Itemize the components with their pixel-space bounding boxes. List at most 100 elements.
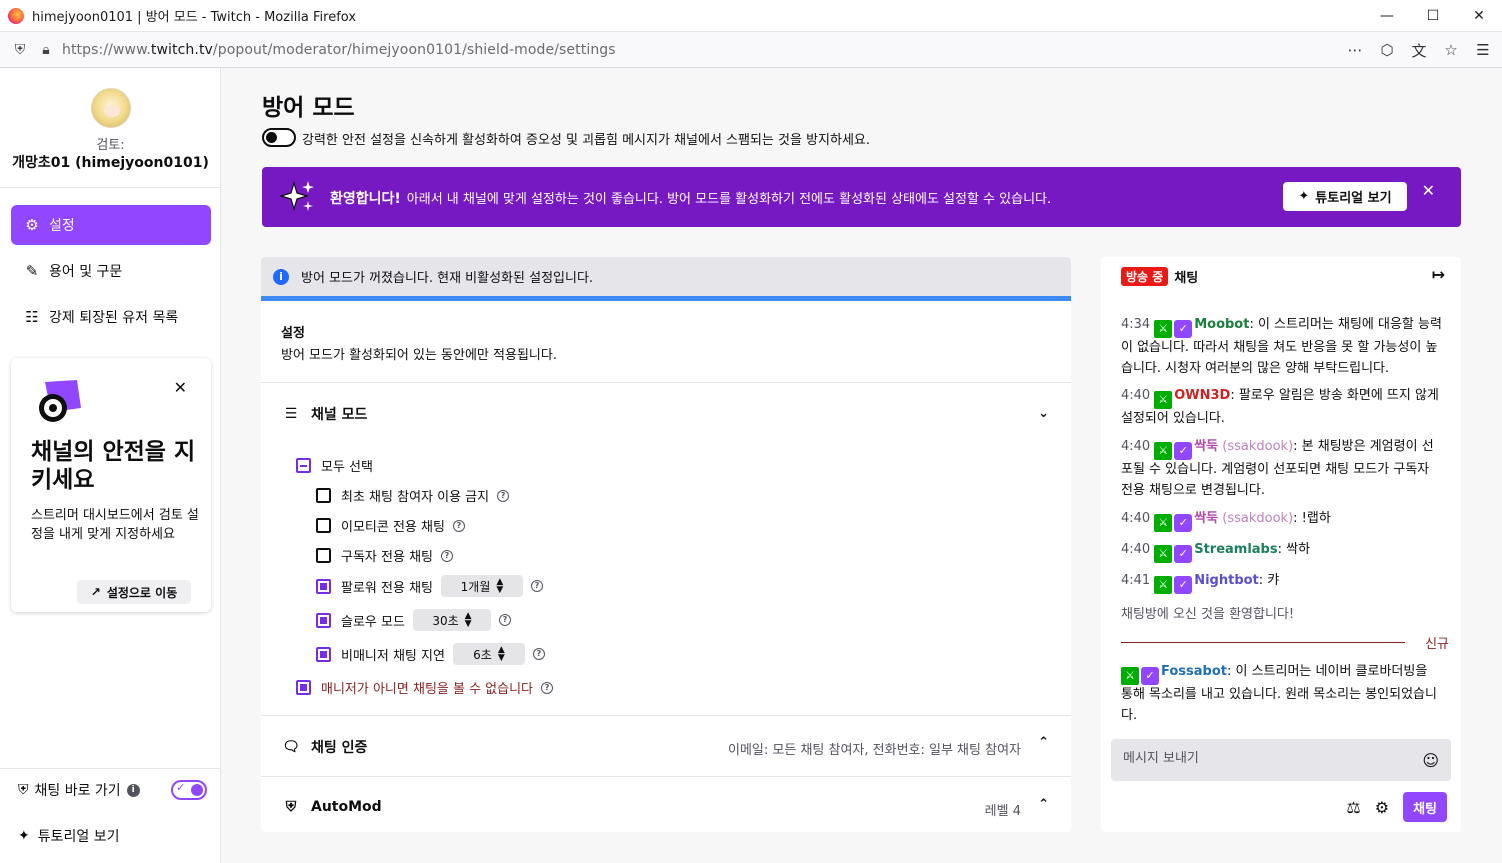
safety-gear-illustration-icon — [39, 380, 81, 422]
bookmark-star-icon[interactable]: ☆ — [1440, 41, 1462, 59]
more-actions-icon[interactable]: ⋯ — [1344, 41, 1366, 59]
subscriber-only-checkbox[interactable]: 구독자 전용 채팅 ? — [316, 546, 453, 565]
chat-verification-header[interactable]: 🗨︎ 채팅 인증 — [281, 737, 367, 757]
chevron-up-icon[interactable]: ⌃ — [1038, 735, 1049, 750]
verified-bot-badge-icon: ✓ — [1174, 320, 1193, 338]
automod-header[interactable]: ⛨ AutoMod — [281, 799, 382, 815]
chat-shortcut-label: 채팅 바로 가기 — [34, 783, 121, 799]
go-to-settings-button[interactable]: ↗ 설정으로 이동 — [77, 580, 191, 604]
translate-icon[interactable]: 文 — [1408, 40, 1430, 61]
pencil-icon: ✎ — [25, 262, 39, 280]
non-manager-delay-checkbox[interactable]: 비매니저 채팅 지연 6초 ▲ ▼ ? — [316, 643, 545, 665]
review-label: 검토: — [96, 138, 125, 153]
address-bar[interactable]: https://www.twitch.tv/popout/moderator/h… — [62, 42, 616, 58]
chat-username[interactable]: OWN3D — [1174, 388, 1230, 403]
automod-summary: 레벨 4 — [984, 804, 1021, 819]
check-icon: ✓ — [176, 781, 186, 794]
follower-only-checkbox[interactable]: 팔로워 전용 채팅 1개월 ▲ ▼ ? — [316, 575, 543, 597]
sidebar-item-banned-users[interactable]: ☷ 강제 퇴장된 유저 목록 — [11, 297, 211, 337]
chat-input[interactable] — [1123, 751, 1413, 766]
help-icon[interactable]: ? — [498, 614, 511, 626]
checkbox[interactable] — [316, 578, 331, 594]
chevron-down-icon[interactable]: ⌄ — [1038, 406, 1049, 421]
view-tutorial-button[interactable]: ✦ 튜토리얼 보기 — [1283, 182, 1407, 211]
chat-username[interactable]: Streamlabs — [1194, 542, 1277, 557]
first-time-chatter-checkbox[interactable]: 최초 채팅 참여자 이용 금지 ? — [316, 486, 510, 505]
chat-check-icon: 🗨︎ — [282, 739, 300, 755]
verified-bot-badge-icon: ✓ — [1141, 667, 1159, 685]
sliders-icon: ☰ — [284, 406, 298, 422]
emoji-icon[interactable]: ☺ — [1422, 751, 1439, 770]
help-icon[interactable]: ? — [452, 519, 465, 532]
help-icon[interactable]: ? — [532, 648, 545, 660]
emote-only-checkbox[interactable]: 이모티콘 전용 채팅 ? — [316, 516, 465, 535]
help-icon[interactable]: ? — [497, 489, 510, 502]
info-icon: i — [273, 268, 289, 285]
tutorial-link[interactable]: ✦ 튜토리얼 보기 — [18, 826, 119, 846]
sidebar-item-label: 강제 퇴장된 유저 목록 — [49, 310, 179, 326]
settings-card: i 방어 모드가 꺼졌습니다. 현재 비활성화된 설정입니다. 설정 방어 모드… — [261, 257, 1071, 832]
checkbox[interactable] — [316, 646, 331, 662]
close-window-icon[interactable]: ✕ — [1456, 0, 1502, 32]
chat-header: 방송 중 채팅 ↦ — [1101, 257, 1461, 295]
chat-shortcut-toggle[interactable]: ✓ — [171, 780, 207, 800]
maximize-icon[interactable]: ☐ — [1410, 0, 1456, 32]
chat-message: 4:34 ⚔ ✓ Moobot: 이 스트리머는 채팅에 대응할 능력이 없습니다. … — [1121, 317, 1442, 376]
checkbox[interactable] — [316, 548, 331, 563]
follower-duration-select[interactable]: 1개월 ▲ ▼ — [441, 575, 523, 597]
close-icon[interactable]: ✕ — [1422, 181, 1435, 200]
help-icon[interactable]: ? — [441, 549, 453, 562]
select-all-checkbox[interactable]: 모두 선택 — [296, 456, 373, 475]
verified-bot-badge-icon: ✓ — [1174, 442, 1193, 460]
shield-off-alert: i 방어 모드가 꺼졌습니다. 현재 비활성화된 설정입니다. — [261, 257, 1071, 301]
lock-icon[interactable]: 🔒︎ — [36, 40, 56, 60]
checkbox[interactable] — [296, 680, 311, 695]
chevron-up-icon[interactable]: ⌃ — [1038, 797, 1049, 812]
chat-input-box[interactable]: ☺ — [1111, 739, 1451, 781]
chat-panel: 방송 중 채팅 ↦ 4:34 ⚔ ✓ Moobot: 이 스트리머는 채팅에 대응할 … — [1101, 257, 1461, 832]
shield-mode-description: 강력한 안전 설정을 신속하게 활성화하여 증오성 및 괴롭힘 메시지가 채널에… — [302, 133, 871, 148]
verified-bot-badge-icon: ✓ — [1174, 514, 1193, 532]
checkbox[interactable] — [316, 612, 331, 628]
gear-icon[interactable]: ⚙ — [1375, 798, 1389, 817]
slow-mode-checkbox[interactable]: 슬로우 모드 30초 ▲ ▼ ? — [316, 609, 511, 631]
checkbox[interactable] — [296, 458, 311, 473]
delay-select[interactable]: 6초 ▲ ▼ — [452, 643, 525, 665]
welcome-banner: 환영합니다! 아래서 내 채널에 맞게 설정하는 것이 좋습니다. 방어 모드를 … — [262, 167, 1461, 227]
chat-username[interactable]: 싹둑 — [1194, 439, 1218, 454]
avatar[interactable] — [91, 88, 131, 128]
sidebar-item-settings[interactable]: ⚙ 설정 — [11, 205, 211, 245]
sidebar-item-terms[interactable]: ✎ 용어 및 구문 — [11, 251, 211, 291]
minimize-icon[interactable]: — — [1364, 0, 1410, 32]
mod-tools-icon[interactable]: ⚖ — [1346, 798, 1360, 817]
checkbox[interactable] — [316, 518, 331, 533]
pocket-icon[interactable]: ⬡ — [1376, 41, 1398, 59]
close-icon[interactable]: ✕ — [174, 378, 187, 397]
live-badge: 방송 중 — [1121, 266, 1169, 286]
divider — [261, 715, 1071, 716]
chat-username[interactable]: Nightbot — [1194, 573, 1259, 588]
info-icon[interactable]: i — [126, 783, 140, 797]
shield-tracking-icon[interactable]: ⛨ — [10, 40, 30, 60]
shield-mode-toggle[interactable] — [262, 128, 296, 147]
chat-username[interactable]: 싹둑 — [1194, 511, 1218, 526]
chat-welcome-message: 채팅방에 오신 것을 환영합니다! — [1121, 607, 1295, 622]
chat-username[interactable]: Moobot — [1194, 317, 1249, 332]
help-icon[interactable]: ? — [531, 580, 543, 592]
help-icon[interactable]: ? — [541, 681, 554, 694]
send-chat-button[interactable]: 채팅 — [1403, 792, 1447, 822]
settings-section-title: 설정 — [281, 326, 305, 341]
checkbox[interactable] — [316, 488, 331, 503]
sparkle-icon: ✦ — [18, 828, 30, 844]
window-title: himejyoon0101 | 방어 모드 - Twitch - Mozilla… — [32, 10, 357, 25]
channel-modes-header[interactable]: ☰ 채널 모드 — [281, 404, 368, 424]
menu-icon[interactable]: ☰ — [1472, 41, 1494, 59]
safety-promo-card: ✕ 채널의 안전을 지키세요 스트리머 대시보드에서 검토 설정을 내게 맞게 … — [11, 358, 211, 612]
chevron-updown-icon: ▲ ▼ — [464, 611, 472, 629]
chat-username[interactable]: Fossabot — [1161, 664, 1227, 679]
non-manager-hidden-checkbox[interactable]: 매니저가 아니면 채팅을 볼 수 없습니다 ? — [296, 678, 554, 697]
collapse-chat-icon[interactable]: ↦ — [1432, 265, 1445, 284]
slow-mode-select[interactable]: 30초 ▲ ▼ — [412, 609, 491, 631]
chat-title: 채팅 — [1174, 270, 1199, 286]
divider — [261, 382, 1071, 383]
